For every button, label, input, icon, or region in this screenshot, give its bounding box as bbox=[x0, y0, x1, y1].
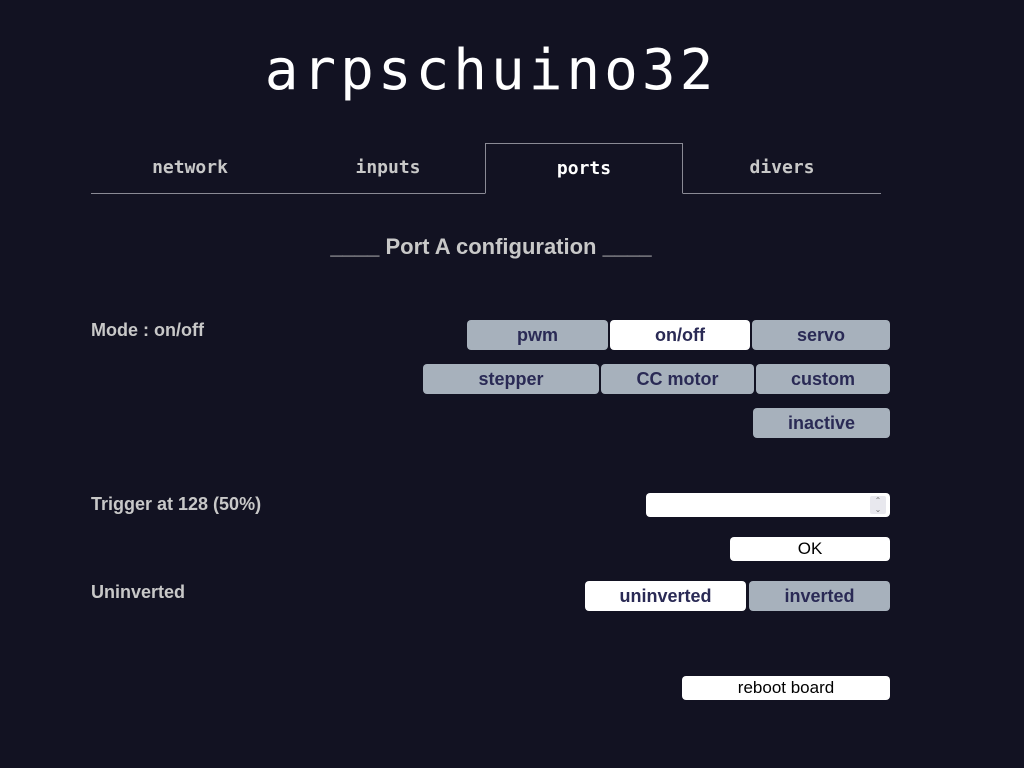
tab-inputs[interactable]: inputs bbox=[289, 143, 487, 193]
tab-ports[interactable]: ports bbox=[485, 143, 683, 194]
tab-bar: network inputs ports divers bbox=[91, 143, 881, 194]
mode-custom-button[interactable]: custom bbox=[756, 364, 890, 394]
tab-divers[interactable]: divers bbox=[683, 143, 881, 193]
mode-servo-button[interactable]: servo bbox=[752, 320, 890, 350]
spinner-down-icon[interactable]: ⌄ bbox=[870, 505, 886, 514]
inverted-button[interactable]: inverted bbox=[749, 581, 890, 611]
mode-inactive-button[interactable]: inactive bbox=[753, 408, 890, 438]
ok-button[interactable]: OK bbox=[730, 537, 890, 561]
reboot-board-button[interactable]: reboot board bbox=[682, 676, 890, 700]
spinner-up-icon[interactable]: ⌃ bbox=[870, 496, 886, 505]
mode-stepper-button[interactable]: stepper bbox=[423, 364, 599, 394]
trigger-value-input[interactable] bbox=[646, 493, 890, 517]
trigger-spinner[interactable]: ⌃ ⌄ bbox=[870, 496, 886, 514]
mode-pwm-button[interactable]: pwm bbox=[467, 320, 608, 350]
mode-onoff-button[interactable]: on/off bbox=[610, 320, 750, 350]
tab-network[interactable]: network bbox=[91, 143, 289, 193]
mode-cc-motor-button[interactable]: CC motor bbox=[601, 364, 754, 394]
inversion-label: Uninverted bbox=[91, 582, 186, 602]
mode-label: Mode : on/off bbox=[91, 320, 204, 340]
section-title: ____ Port A configuration ____ bbox=[330, 234, 652, 259]
uninverted-button[interactable]: uninverted bbox=[585, 581, 746, 611]
app-title: arpschuino32 bbox=[264, 38, 718, 103]
trigger-label: Trigger at 128 (50%) bbox=[91, 494, 262, 514]
